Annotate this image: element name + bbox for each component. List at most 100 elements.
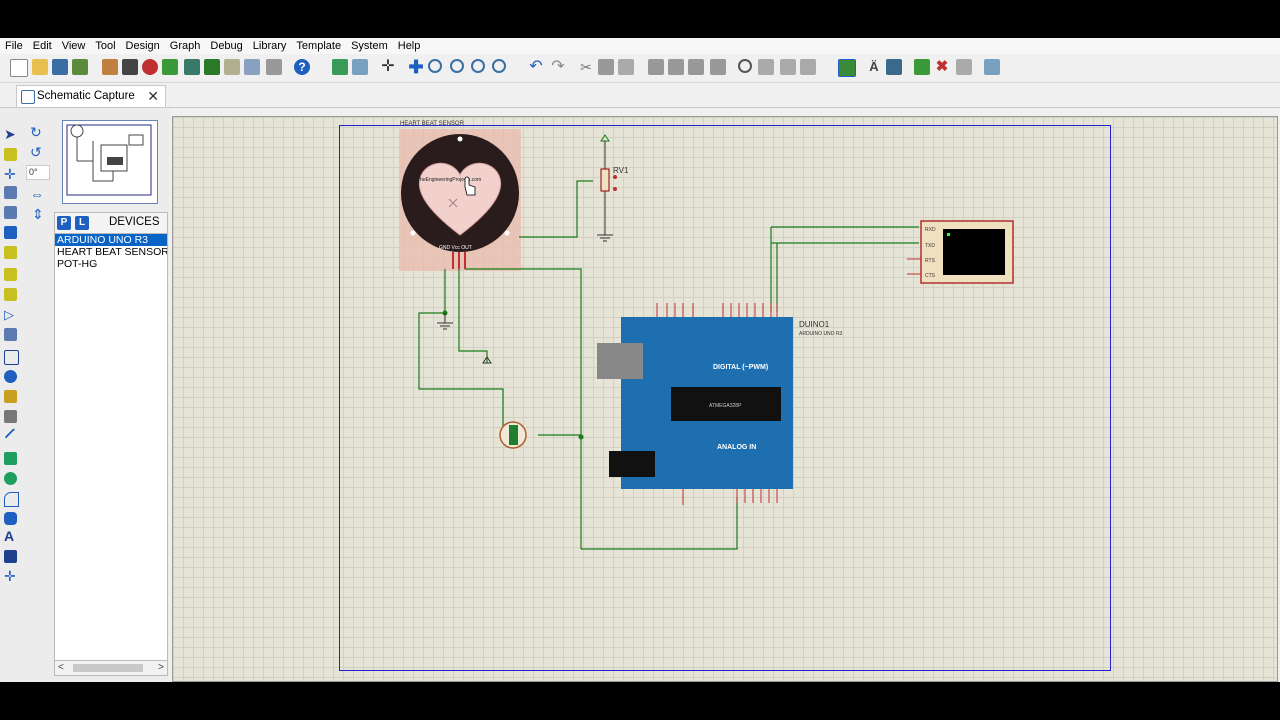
tape-recorder-icon[interactable] <box>4 328 17 341</box>
gerber-icon[interactable] <box>162 59 178 75</box>
scroll-left-icon[interactable]: < <box>58 661 64 675</box>
notes-icon[interactable] <box>244 59 260 75</box>
property-tool-icon[interactable] <box>886 59 902 75</box>
scrollbar-thumb[interactable] <box>73 664 143 672</box>
save-icon[interactable] <box>52 59 68 75</box>
device-item-pot-hg[interactable]: POT-HG <box>55 258 167 270</box>
grid-icon[interactable] <box>352 59 368 75</box>
menu-library[interactable]: Library <box>248 38 292 53</box>
schematic-canvas[interactable]: HEART BEAT SENSOR TheEngineeringProjects… <box>172 116 1278 682</box>
box-tool-icon[interactable] <box>4 452 17 465</box>
new-file-icon[interactable] <box>10 59 28 77</box>
circle-tool-icon[interactable] <box>4 472 17 485</box>
voltage-probe-icon[interactable] <box>4 370 17 383</box>
bus-icon[interactable] <box>4 226 17 239</box>
arc-tool-icon[interactable] <box>4 492 19 507</box>
decompose-icon[interactable] <box>800 59 816 75</box>
open-folder-icon[interactable] <box>32 59 48 75</box>
rotate-clockwise-icon[interactable]: ↻ <box>30 124 42 141</box>
device-item-heart-beat-sensor[interactable]: HEART BEAT SENSOR <box>55 246 167 258</box>
close-tab-icon[interactable]: ✕ <box>147 86 159 106</box>
redo-icon[interactable]: ↷ <box>550 59 566 75</box>
selection-mode-icon[interactable]: ➤ <box>4 127 17 141</box>
graph-mode-icon[interactable]: ▷ <box>4 308 17 321</box>
menu-debug[interactable]: Debug <box>205 38 247 53</box>
block-copy-icon[interactable] <box>648 59 664 75</box>
device-list-scrollbar[interactable]: < > <box>54 660 168 676</box>
new-sheet-icon[interactable] <box>914 59 930 75</box>
pick-devices-button[interactable]: P <box>57 216 71 230</box>
document-icon[interactable] <box>266 59 282 75</box>
refresh-icon[interactable] <box>332 59 348 75</box>
text-script-icon[interactable] <box>4 206 17 219</box>
menu-template[interactable]: Template <box>291 38 346 53</box>
text-tool-icon[interactable]: A <box>4 529 17 543</box>
report-icon[interactable] <box>224 59 240 75</box>
remove-sheet-icon[interactable]: ✖ <box>934 59 950 75</box>
generator-icon[interactable] <box>4 350 19 365</box>
erc-report-icon[interactable] <box>984 59 1000 75</box>
mirror-horizontal-icon[interactable]: ⇔ <box>30 186 44 202</box>
block-rotate-icon[interactable] <box>688 59 704 75</box>
pan-icon[interactable]: ✚ <box>408 58 424 76</box>
packaging-icon[interactable] <box>780 59 796 75</box>
bom-icon[interactable] <box>204 59 220 75</box>
menu-tool[interactable]: Tool <box>90 38 120 53</box>
subcircuit-icon[interactable] <box>4 246 17 259</box>
device-list: ARDUINO UNO R3 HEART BEAT SENSOR POT-HG <box>54 233 168 661</box>
menu-graph[interactable]: Graph <box>165 38 206 53</box>
rotation-field[interactable]: 0° <box>26 165 50 180</box>
home-icon[interactable] <box>102 59 118 75</box>
undo-icon[interactable]: ↶ <box>528 59 544 75</box>
make-device-icon[interactable] <box>758 59 774 75</box>
exit-to-parent-icon[interactable] <box>956 59 972 75</box>
terminals-icon[interactable] <box>4 268 17 281</box>
rotate-anticlockwise-icon[interactable]: ↺ <box>30 144 42 161</box>
path-tool-icon[interactable] <box>4 512 17 525</box>
proteus-window: File Edit View Tool Design Graph Debug Library T… <box>0 38 1280 682</box>
menu-system[interactable]: System <box>346 38 393 53</box>
tab-schematic-capture[interactable]: Schematic Capture ✕ <box>16 85 166 107</box>
menu-edit[interactable]: Edit <box>28 38 57 53</box>
symbol-tool-icon[interactable] <box>4 550 17 563</box>
origin-icon[interactable]: ✛ <box>380 59 396 75</box>
3d-icon[interactable] <box>184 59 200 75</box>
marker-tool-icon[interactable]: ✛ <box>4 569 17 583</box>
wire-label-icon[interactable] <box>4 186 17 199</box>
pick-device-icon[interactable] <box>738 59 752 73</box>
current-probe-icon[interactable] <box>4 390 17 403</box>
device-item-arduino-uno-r3[interactable]: ARDUINO UNO R3 <box>55 234 167 246</box>
copy-icon[interactable] <box>598 59 614 75</box>
zoom-in-icon[interactable] <box>428 59 442 73</box>
mirror-vertical-icon[interactable]: ⇕ <box>32 206 44 223</box>
pcb-icon[interactable] <box>142 59 158 75</box>
cut-icon[interactable]: ✂ <box>578 59 594 75</box>
paste-icon[interactable] <box>618 59 634 75</box>
wire-autorouter-icon[interactable] <box>838 59 856 77</box>
menu-help[interactable]: Help <box>393 38 426 53</box>
zoom-area-icon[interactable] <box>492 59 506 73</box>
device-pins-icon[interactable] <box>4 288 17 301</box>
menu-file[interactable]: File <box>0 38 28 53</box>
junction-dot-icon[interactable]: ✛ <box>4 167 17 181</box>
block-move-icon[interactable] <box>668 59 684 75</box>
virtual-instruments-icon[interactable] <box>4 410 17 423</box>
zoom-out-icon[interactable] <box>450 59 464 73</box>
line-tool-icon[interactable] <box>4 427 17 441</box>
menu-design[interactable]: Design <box>121 38 165 53</box>
potentiometer-rv1[interactable] <box>600 168 610 192</box>
zoom-all-icon[interactable] <box>471 59 485 73</box>
component-mode-icon[interactable] <box>4 148 17 161</box>
help-icon[interactable]: ? <box>294 59 310 75</box>
ground-symbol-2 <box>597 227 613 242</box>
scroll-right-icon[interactable]: > <box>158 661 164 675</box>
menu-bar: File Edit View Tool Design Graph Debug Library T… <box>0 38 1280 54</box>
import-icon[interactable] <box>72 59 88 75</box>
schematic-icon[interactable] <box>122 59 138 75</box>
terminal-screen <box>943 229 1005 275</box>
menu-view[interactable]: View <box>57 38 91 53</box>
search-tag-icon[interactable]: Ä <box>866 59 882 75</box>
overview-preview[interactable] <box>62 120 158 204</box>
library-manager-button[interactable]: L <box>75 216 89 230</box>
block-delete-icon[interactable] <box>710 59 726 75</box>
